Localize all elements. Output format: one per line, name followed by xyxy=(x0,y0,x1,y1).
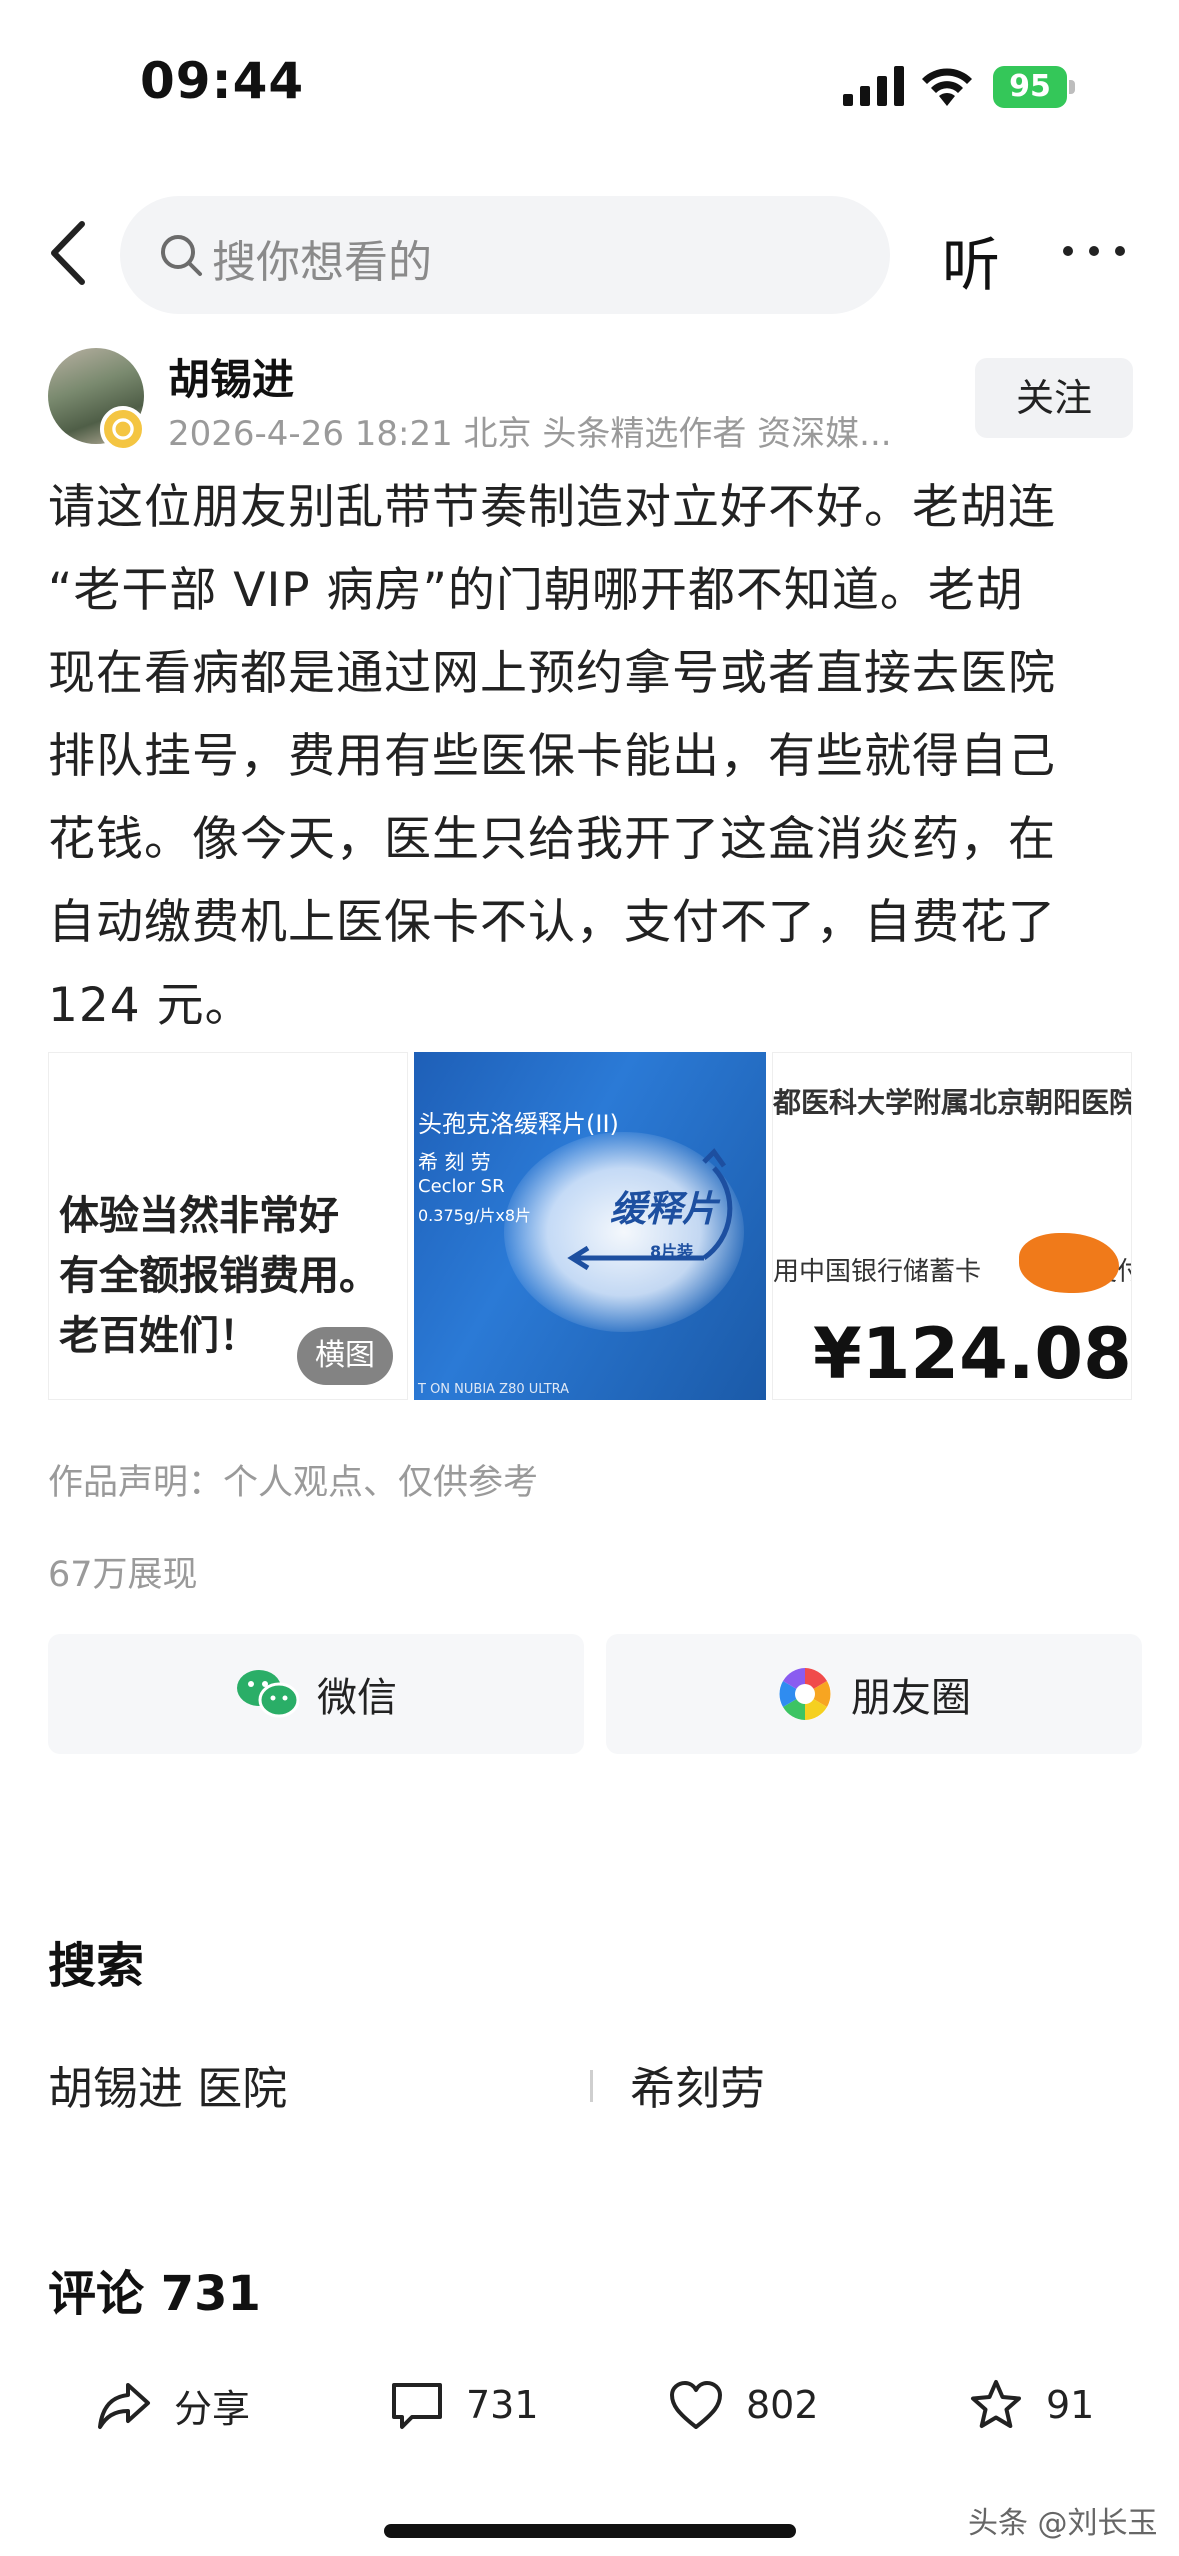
share-wechat-button[interactable]: 微信 xyxy=(48,1634,584,1754)
landscape-tag: 横图 xyxy=(297,1327,393,1385)
share-button[interactable]: 分享 xyxy=(96,2370,250,2440)
drug-sr: Ceclor SR xyxy=(418,1176,505,1197)
share-icon xyxy=(98,2383,150,2429)
payment-amount: ¥124.08 xyxy=(813,1313,1132,1395)
listen-button[interactable]: 听 xyxy=(942,218,1000,302)
camera-watermark: T ON NUBIA Z80 ULTRA xyxy=(418,1382,570,1397)
drug-dose: 0.375g/片x8片 xyxy=(418,1206,532,1225)
share-label: 分享 xyxy=(174,2386,251,2431)
star-icon xyxy=(971,2380,1021,2428)
wechat-icon xyxy=(237,1670,299,1718)
source-watermark: 头条 @刘长玉 xyxy=(968,2506,1158,2541)
comments-title: 评论 731 xyxy=(48,2266,261,2322)
drug-brand: 希 刻 劳 xyxy=(418,1150,491,1174)
author-meta: 2026-4-26 18:21 北京 头条精选作者 资深媒... xyxy=(168,414,892,454)
search-section-title: 搜索 xyxy=(48,1938,145,1994)
like-button[interactable]: 802 xyxy=(668,2370,819,2440)
post-line: “老干部 VIP 病房”的门朝哪开都不知道。老胡 xyxy=(48,563,1024,618)
status-time: 09:44 xyxy=(140,52,305,110)
hospital-name: 都医科大学附属北京朝阳医院 xyxy=(773,1086,1132,1119)
post-body: 请这位朋友别乱带节奏制造对立好不好。老胡连 “老干部 VIP 病房”的门朝哪开都… xyxy=(48,466,1138,1047)
image-text: 老百姓们！ xyxy=(59,1313,259,1359)
post-line: 124 元。 xyxy=(48,978,253,1033)
comment-count: 731 xyxy=(466,2383,539,2427)
comment-button[interactable]: 731 xyxy=(390,2370,539,2440)
moments-icon xyxy=(779,1668,831,1720)
post-image-3[interactable]: 都医科大学附属北京朝阳医院 用中国银行储蓄卡支付 ¥124.08 xyxy=(772,1052,1132,1400)
share-moments-button[interactable]: 朋友圈 xyxy=(606,1634,1142,1754)
post-line: 请这位朋友别乱带节奏制造对立好不好。老胡连 xyxy=(48,480,1056,535)
back-icon[interactable] xyxy=(44,218,94,288)
battery-icon: 95 xyxy=(993,66,1075,108)
drug-pieces: 8片装 xyxy=(650,1242,694,1261)
share-wechat-label: 微信 xyxy=(317,1675,397,1721)
share-moments-label: 朋友圈 xyxy=(851,1675,971,1721)
drug-name: 头孢克洛缓释片(II) xyxy=(418,1110,619,1138)
search-term[interactable]: 胡锡进 医院 xyxy=(48,2052,287,2117)
comment-icon xyxy=(392,2383,442,2429)
battery-level: 95 xyxy=(1009,69,1051,104)
redaction-mark xyxy=(1019,1233,1119,1293)
post-line: 排队挂号，费用有些医保卡能出，有些就得自己 xyxy=(48,729,1056,784)
heart-icon xyxy=(670,2381,722,2429)
home-indicator[interactable] xyxy=(384,2524,796,2538)
wifi-icon xyxy=(922,68,972,106)
search-placeholder: 搜你想看的 xyxy=(212,237,432,288)
post-line: 花钱。像今天，医生只给我开了这盒消炎药，在 xyxy=(48,812,1056,867)
post-declaration: 作品声明：个人观点、仅供参考 xyxy=(48,1463,539,1503)
search-input[interactable]: 搜你想看的 xyxy=(120,196,890,314)
signal-icon xyxy=(843,66,904,106)
search-term[interactable]: 希刻劳 xyxy=(630,2052,765,2117)
view-count: 67万展现 xyxy=(48,1555,198,1595)
post-line: 现在看病都是通过网上预约拿号或者直接去医院 xyxy=(48,646,1056,701)
bank-text: 用中国银行储蓄卡 xyxy=(773,1257,982,1287)
author-name[interactable]: 胡锡进 xyxy=(168,346,294,407)
favorite-button[interactable]: 91 xyxy=(968,2370,1094,2440)
verified-badge-icon xyxy=(100,406,146,452)
more-icon[interactable] xyxy=(1060,236,1128,266)
drug-slow-release: 缓释片 xyxy=(610,1189,719,1230)
post-image-2[interactable]: 头孢克洛缓释片(II) 希 刻 劳 Ceclor SR 0.375g/片x8片 … xyxy=(414,1052,766,1400)
post-image-1[interactable]: 体验当然非常好 有全额报销费用。 老百姓们！ 横图 xyxy=(48,1052,408,1400)
follow-button[interactable]: 关注 xyxy=(975,358,1133,438)
post-line: 自动缴费机上医保卡不认，支付不了，自费花了 xyxy=(48,895,1056,950)
like-count: 802 xyxy=(746,2383,819,2427)
image-text: 有全额报销费用。 xyxy=(59,1253,379,1299)
image-text: 体验当然非常好 xyxy=(59,1193,339,1239)
favorite-count: 91 xyxy=(1046,2383,1095,2427)
search-icon xyxy=(161,235,202,276)
search-term-divider xyxy=(590,2070,593,2102)
